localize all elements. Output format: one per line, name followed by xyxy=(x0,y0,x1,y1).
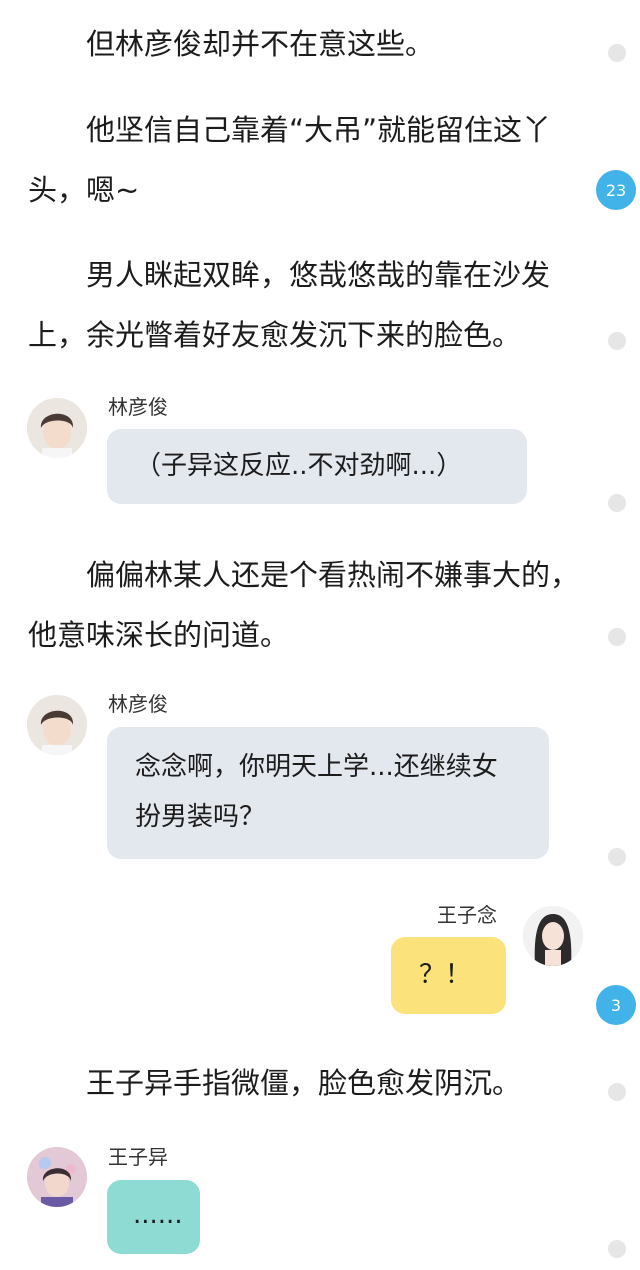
chat-bubble: ...... xyxy=(107,1180,200,1254)
comment-dot-icon[interactable] xyxy=(608,628,626,646)
comment-dot-icon[interactable] xyxy=(608,1083,626,1101)
chat-bubble: 念念啊，你明天上学...还继续女扮男装吗？ xyxy=(107,727,549,859)
avatar[interactable] xyxy=(27,1147,87,1207)
story-paragraph: 王子异手指微僵，脸色愈发阴沉。 xyxy=(86,1066,522,1100)
male-avatar-icon xyxy=(27,695,87,755)
comment-count-badge[interactable]: 23 xyxy=(596,170,636,210)
male-avatar-icon xyxy=(27,398,87,458)
speaker-name: 林彦俊 xyxy=(108,395,168,419)
avatar[interactable] xyxy=(27,695,87,755)
speaker-name: 王子异 xyxy=(108,1145,168,1169)
speaker-name: 王子念 xyxy=(437,903,497,927)
chat-bubble: ？！ xyxy=(391,937,506,1014)
story-paragraph: 但林彦俊却并不在意这些。 xyxy=(86,27,435,61)
comment-dot-icon[interactable] xyxy=(608,44,626,62)
comment-dot-icon[interactable] xyxy=(608,1240,626,1258)
male-avatar-icon xyxy=(27,1147,87,1207)
comment-dot-icon[interactable] xyxy=(608,848,626,866)
chat-bubble: （子异这反应..不对劲啊...） xyxy=(107,429,527,504)
comment-dot-icon[interactable] xyxy=(608,494,626,512)
story-paragraph: 偏偏林某人还是个看热闹不嫌事大的，他意味深长的问道。 xyxy=(28,558,580,652)
story-paragraph: 男人眯起双眸，悠哉悠哉的靠在沙发上，余光瞥着好友愈发沉下来的脸色。 xyxy=(28,258,551,352)
avatar[interactable] xyxy=(523,906,583,966)
female-avatar-icon xyxy=(523,906,583,966)
story-paragraph: 他坚信自己靠着“大吊”就能留住这丫头，嗯~ xyxy=(28,113,552,207)
avatar[interactable] xyxy=(27,398,87,458)
speaker-name: 林彦俊 xyxy=(108,692,168,716)
comment-dot-icon[interactable] xyxy=(608,332,626,350)
comment-count-badge[interactable]: 3 xyxy=(596,985,636,1025)
